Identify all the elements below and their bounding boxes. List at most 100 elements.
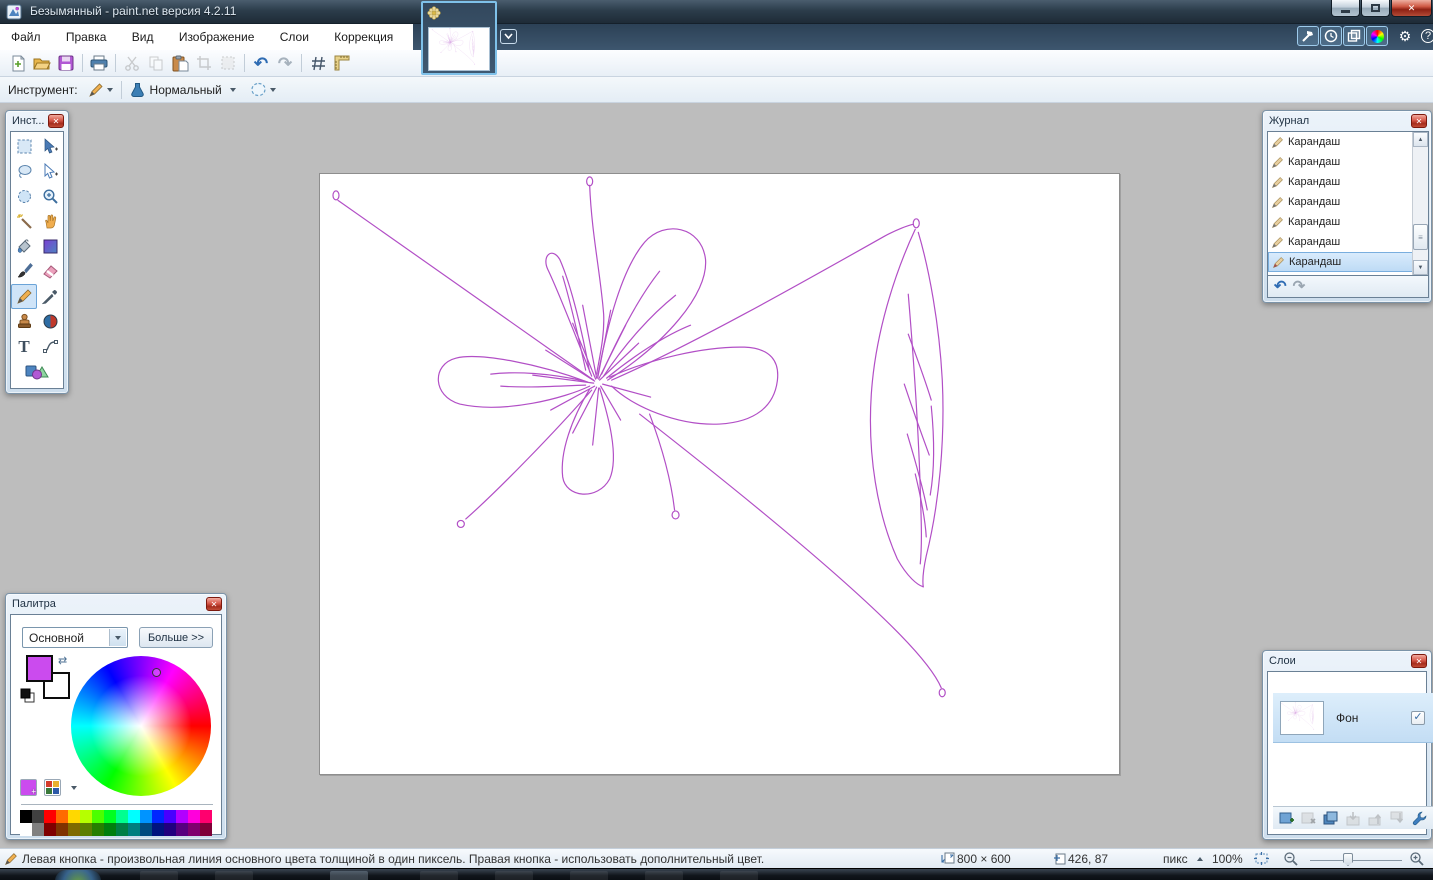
add-layer-button[interactable] — [1277, 810, 1296, 827]
recent-colors-button[interactable] — [44, 779, 61, 796]
units-dropdown[interactable]: пикс — [1163, 852, 1188, 866]
history-undo-button[interactable]: ↶ — [1274, 279, 1287, 294]
taskbar-app-active[interactable] — [330, 871, 368, 880]
tool-zoom[interactable] — [37, 184, 63, 209]
taskbar-app[interactable] — [720, 871, 758, 880]
toggle-palette-panel-button[interactable] — [1366, 26, 1388, 46]
palette-swatch[interactable] — [92, 823, 104, 836]
zoom-in-icon[interactable] — [1409, 851, 1425, 867]
minimize-button[interactable] — [1331, 0, 1360, 17]
tool-rectangle-select[interactable] — [11, 134, 37, 159]
history-redo-button[interactable]: ↷ — [1293, 279, 1306, 294]
palette-swatch[interactable] — [104, 823, 116, 836]
maximize-button[interactable] — [1361, 0, 1390, 17]
zoom-out-icon[interactable] — [1283, 851, 1299, 867]
toggle-tools-panel-button[interactable] — [1297, 26, 1319, 46]
toggle-layers-panel-button[interactable] — [1343, 26, 1365, 46]
tool-move-selected-pixels[interactable] — [37, 134, 63, 159]
undo-button[interactable]: ↶ — [249, 52, 273, 74]
merge-layer-down-button[interactable] — [1343, 810, 1362, 827]
drawing-canvas[interactable] — [319, 173, 1120, 775]
palette-swatch[interactable] — [116, 823, 128, 836]
palette-swatch[interactable] — [164, 810, 176, 823]
history-panel-close-button[interactable]: ✕ — [1411, 114, 1427, 128]
history-item[interactable]: Карандаш — [1268, 152, 1413, 172]
color-wheel-selector[interactable] — [152, 668, 161, 677]
help-button[interactable]: ? — [1417, 26, 1433, 46]
add-recent-color-button[interactable]: + — [20, 779, 37, 796]
taskbar-app[interactable] — [645, 871, 683, 880]
palette-swatch[interactable] — [128, 810, 140, 823]
history-item[interactable]: Карандаш — [1268, 232, 1413, 252]
scroll-down-button[interactable]: ▼ — [1413, 260, 1428, 275]
units-dropdown-arrow[interactable] — [1197, 857, 1203, 861]
palette-swatch[interactable] — [140, 810, 152, 823]
palette-swatch[interactable] — [128, 823, 140, 836]
history-item-selected[interactable]: Карандаш — [1268, 252, 1413, 272]
tool-paintbrush[interactable] — [11, 259, 37, 284]
layer-row-selected[interactable]: Фон ✓ — [1273, 693, 1433, 743]
palette-swatch[interactable] — [32, 810, 44, 823]
menu-view[interactable]: Вид — [121, 24, 165, 50]
grid-button[interactable] — [306, 52, 330, 74]
history-item[interactable]: Карандаш — [1268, 172, 1413, 192]
taskbar-app[interactable] — [215, 871, 253, 880]
swap-colors-icon[interactable]: ⇄ — [58, 654, 67, 667]
rulers-button[interactable] — [330, 52, 354, 74]
palette-swatch[interactable] — [104, 810, 116, 823]
palette-swatch[interactable] — [44, 810, 56, 823]
tool-text[interactable]: T — [11, 334, 37, 359]
palette-swatch[interactable] — [80, 823, 92, 836]
tool-move-selection[interactable] — [37, 159, 63, 184]
taskbar-app[interactable] — [140, 871, 178, 880]
tool-lasso-select[interactable] — [11, 159, 37, 184]
tools-panel-close-button[interactable]: ✕ — [48, 114, 64, 128]
menu-image[interactable]: Изображение — [168, 24, 266, 50]
history-scrollbar[interactable]: ▲ ≡ ▼ — [1412, 132, 1428, 275]
history-item[interactable]: Карандаш — [1268, 192, 1413, 212]
scroll-up-button[interactable]: ▲ — [1413, 132, 1428, 147]
palette-swatch[interactable] — [56, 810, 68, 823]
layer-visible-checkbox[interactable]: ✓ — [1411, 711, 1425, 725]
start-button[interactable] — [55, 870, 101, 880]
taskbar-app[interactable] — [420, 871, 458, 880]
palette-swatch[interactable] — [176, 823, 188, 836]
palette-swatch[interactable] — [32, 823, 44, 836]
color-wheel[interactable] — [71, 656, 211, 796]
tool-ellipse-select[interactable] — [11, 184, 37, 209]
palette-swatch[interactable] — [152, 810, 164, 823]
blend-mode-dropdown[interactable]: Нормальный — [126, 80, 240, 99]
tool-eraser[interactable] — [37, 259, 63, 284]
palette-panel-close-button[interactable]: ✕ — [206, 597, 222, 611]
settings-button[interactable]: ⚙ — [1394, 26, 1416, 46]
redo-button[interactable]: ↷ — [273, 52, 297, 74]
close-button[interactable]: ✕ — [1391, 0, 1432, 17]
palette-swatch[interactable] — [152, 823, 164, 836]
save-button[interactable] — [54, 52, 78, 74]
selection-quality-dropdown[interactable] — [246, 80, 280, 99]
palette-swatch[interactable] — [200, 810, 212, 823]
zoom-slider-thumb[interactable] — [1343, 853, 1353, 866]
toggle-history-panel-button[interactable] — [1320, 26, 1342, 46]
tool-pan[interactable] — [37, 209, 63, 234]
print-button[interactable] — [87, 52, 111, 74]
palette-swatch[interactable] — [188, 823, 200, 836]
tool-line-curve[interactable] — [37, 334, 63, 359]
scroll-thumb[interactable]: ≡ — [1413, 224, 1428, 250]
palette-swatch[interactable] — [80, 810, 92, 823]
zoom-slider-track[interactable] — [1310, 860, 1402, 861]
palette-swatch[interactable] — [200, 823, 212, 836]
zoom-level-value[interactable]: 100% — [1212, 852, 1243, 866]
move-layer-down-button[interactable] — [1388, 810, 1407, 827]
menu-file[interactable]: Файл — [0, 24, 52, 50]
tool-magic-wand[interactable] — [11, 209, 37, 234]
duplicate-layer-button[interactable] — [1321, 810, 1340, 827]
tool-clone-stamp[interactable] — [11, 309, 37, 334]
palette-swatch[interactable] — [68, 823, 80, 836]
tool-recolor[interactable] — [37, 309, 63, 334]
menu-adjustments[interactable]: Коррекция — [323, 24, 404, 50]
recent-colors-dropdown-arrow[interactable] — [71, 786, 77, 790]
palette-swatch[interactable] — [44, 823, 56, 836]
palette-swatch[interactable] — [140, 823, 152, 836]
palette-more-button[interactable]: Больше >> — [139, 627, 213, 648]
